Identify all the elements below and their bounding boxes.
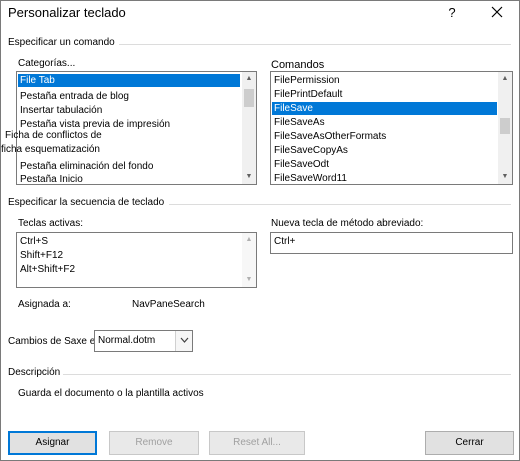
key-item[interactable]: Ctrl+S	[18, 235, 240, 248]
new-key-label: Nueva tecla de método abreviado:	[271, 218, 424, 229]
command-item[interactable]: FileSaveAs	[272, 116, 497, 129]
customize-keyboard-dialog: Personalizar teclado ? Especificar un co…	[0, 0, 520, 461]
command-item[interactable]: FileSaveCopyAs	[272, 144, 497, 157]
title-bar: Personalizar teclado ?	[1, 1, 519, 25]
categories-label: Categorías...	[18, 58, 76, 69]
reset-all-button[interactable]: Reset All...	[209, 431, 305, 455]
category-item[interactable]: Pestaña entrada de blog	[18, 90, 240, 103]
description-label: Descripción	[8, 367, 61, 378]
close-icon[interactable]	[485, 2, 509, 24]
assigned-to-value: NavPaneSearch	[132, 299, 205, 310]
scroll-thumb[interactable]	[244, 89, 254, 107]
categories-scrollbar[interactable]: ▲ ▼	[242, 72, 256, 184]
dialog-title: Personalizar teclado	[8, 5, 126, 20]
assigned-to-label: Asignada a:	[18, 299, 71, 310]
command-item[interactable]: FilePrintDefault	[272, 88, 497, 101]
command-item[interactable]: FileSave	[272, 102, 497, 115]
command-item[interactable]: FileSaveOdt	[272, 158, 497, 171]
description-text: Guarda el documento o la plantilla activ…	[18, 388, 204, 399]
key-item[interactable]: Alt+Shift+F2	[18, 263, 240, 276]
command-item[interactable]: FilePermission	[272, 74, 497, 87]
category-item[interactable]: Pestaña Inicio	[18, 173, 240, 184]
current-keys-listbox[interactable]: Ctrl+S Shift+F12 Alt+Shift+F2 ▲ ▼	[16, 232, 257, 288]
scroll-down-icon[interactable]: ▼	[498, 170, 512, 184]
scroll-thumb[interactable]	[500, 118, 510, 134]
scroll-up-icon[interactable]: ▲	[242, 72, 256, 86]
save-changes-label: Cambios de Saxe en	[8, 336, 101, 347]
help-button[interactable]: ?	[442, 3, 462, 23]
category-overflow-text: ficha esquematización	[1, 144, 100, 155]
section-divider	[63, 374, 511, 375]
category-item[interactable]: File Tab	[18, 74, 240, 87]
save-changes-value: Normal.dotm	[98, 335, 156, 346]
chevron-down-icon[interactable]	[175, 331, 192, 351]
specify-sequence-label: Especificar la secuencia de teclado	[8, 197, 165, 208]
section-divider	[169, 204, 511, 205]
remove-button[interactable]: Remove	[109, 431, 199, 455]
key-item[interactable]: Shift+F12	[18, 249, 240, 262]
current-keys-label: Teclas activas:	[18, 218, 84, 229]
scroll-up-icon[interactable]: ▲	[498, 72, 512, 86]
section-divider	[119, 44, 511, 45]
assign-button[interactable]: Asignar	[8, 431, 97, 455]
save-changes-dropdown[interactable]: Normal.dotm	[94, 330, 193, 352]
category-item[interactable]: Pestaña eliminación del fondo	[18, 160, 240, 173]
command-item[interactable]: FileSaveAsOtherFormats	[272, 130, 497, 143]
commands-label: Comandos	[271, 59, 325, 71]
commands-listbox[interactable]: FilePermission FilePrintDefault FileSave…	[270, 71, 513, 185]
scroll-up-icon[interactable]: ▲	[242, 233, 256, 247]
category-overflow-text: Ficha de conflictos de	[5, 130, 102, 141]
commands-scrollbar[interactable]: ▲ ▼	[498, 72, 512, 184]
scroll-down-icon[interactable]: ▼	[242, 273, 256, 287]
keys-scrollbar[interactable]: ▲ ▼	[242, 233, 256, 287]
category-item[interactable]: Insertar tabulación	[18, 104, 240, 117]
close-button[interactable]: Cerrar	[425, 431, 514, 455]
command-item[interactable]: FileSaveWord11	[272, 172, 497, 184]
scroll-down-icon[interactable]: ▼	[242, 170, 256, 184]
new-shortcut-input[interactable]: Ctrl+	[270, 232, 513, 254]
specify-command-label: Especificar un comando	[8, 37, 115, 48]
categories-listbox[interactable]: File Tab Pestaña entrada de blog Inserta…	[16, 71, 257, 185]
